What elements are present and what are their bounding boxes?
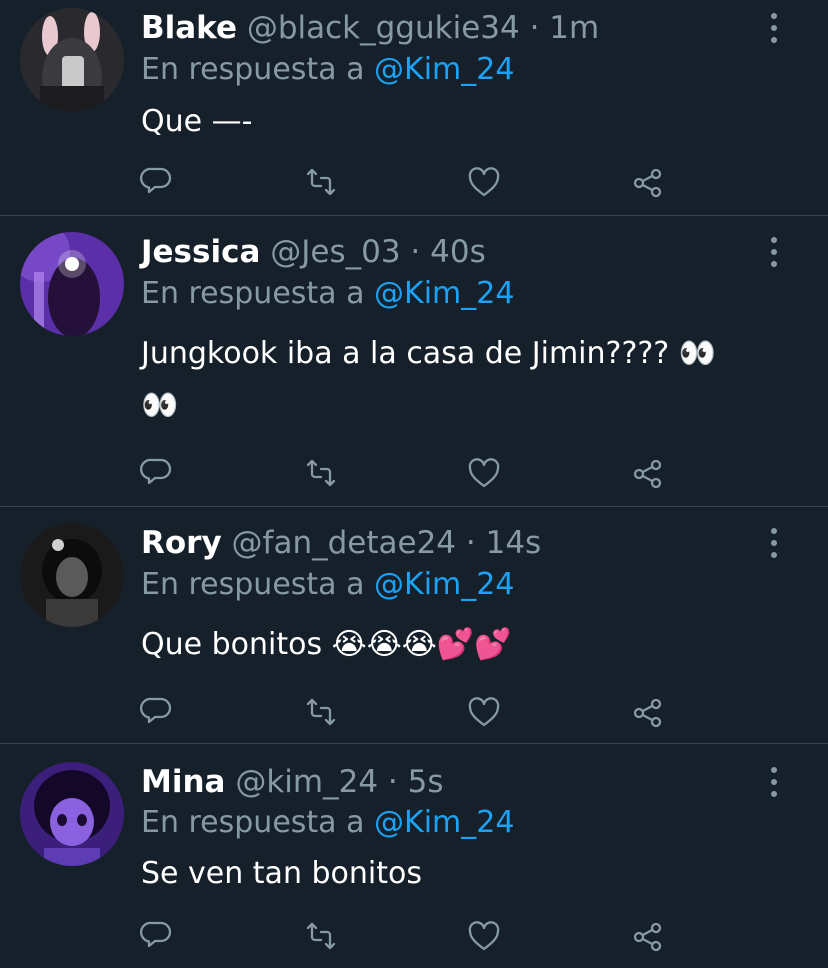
reply-context: En respuesta a @Kim_24 [141,274,514,314]
author-name[interactable]: Rory [141,525,222,561]
reply-icon [139,697,172,724]
more-options-button[interactable] [760,8,788,48]
avatar[interactable] [20,523,124,627]
retweet-icon [306,922,336,950]
more-options-button[interactable] [760,762,788,802]
tweet-text: Que bonitos 😭😭😭💕💕 [141,627,512,662]
reply-prefix: En respuesta a [141,805,365,840]
reply-mention[interactable]: @Kim_24 [374,276,514,311]
action-bar [0,453,828,493]
reply-context: En respuesta a @Kim_24 [141,50,514,90]
share-icon [633,168,662,198]
retweet-icon [306,698,336,726]
tweet[interactable]: Blake @black_ggukie34 · 1m En respuesta … [0,0,828,216]
separator: · [410,234,421,270]
reply-button[interactable] [137,692,177,732]
author-handle[interactable]: @black_ggukie34 [247,10,520,46]
reply-button[interactable] [137,916,177,956]
share-icon [633,922,662,952]
retweet-icon [306,459,336,487]
author-handle[interactable]: @fan_detae24 [232,525,456,561]
retweet-button[interactable] [301,162,341,202]
more-vertical-icon [771,13,777,43]
share-icon [633,459,662,489]
author-name[interactable]: Blake [141,10,237,46]
tweet[interactable]: Rory @fan_detae24 · 14s En respuesta a @… [0,507,828,744]
like-button[interactable] [464,162,504,202]
action-bar [0,692,828,732]
share-button[interactable] [628,162,668,202]
author-name[interactable]: Mina [141,764,225,800]
reply-mention[interactable]: @Kim_24 [374,805,514,840]
like-button[interactable] [464,453,504,493]
reply-context: En respuesta a @Kim_24 [141,803,514,843]
author-handle[interactable]: @Jes_03 [270,234,400,270]
action-bar [0,916,828,956]
reply-mention[interactable]: @Kim_24 [374,567,514,602]
share-button[interactable] [628,916,668,956]
retweet-button[interactable] [301,692,341,732]
more-vertical-icon [771,767,777,797]
share-icon [633,698,662,728]
share-button[interactable] [628,692,668,732]
tweet-text: Se ven tan bonitos [141,856,422,891]
reply-prefix: En respuesta a [141,52,365,87]
separator: · [529,10,540,46]
retweet-button[interactable] [301,916,341,956]
like-icon [468,167,500,197]
author-handle[interactable]: @kim_24 [235,764,378,800]
like-button[interactable] [464,692,504,732]
reply-icon [139,921,172,948]
tweet[interactable]: Mina @kim_24 · 5s En respuesta a @Kim_24… [0,744,828,968]
tweet[interactable]: Jessica @Jes_03 · 40s En respuesta a @Ki… [0,216,828,507]
tweet-text: Que —- [141,104,253,139]
reply-prefix: En respuesta a [141,276,365,311]
avatar[interactable] [20,762,124,866]
timestamp[interactable]: 14s [486,525,542,561]
retweet-icon [306,168,336,196]
more-options-button[interactable] [760,232,788,272]
more-vertical-icon [771,237,777,267]
like-button[interactable] [464,916,504,956]
reply-context: En respuesta a @Kim_24 [141,565,514,605]
reply-icon [139,167,172,194]
reply-button[interactable] [137,453,177,493]
retweet-button[interactable] [301,453,341,493]
share-button[interactable] [628,453,668,493]
reply-icon [139,458,172,485]
author-name[interactable]: Jessica [141,234,260,270]
tweet-text: Jungkook iba a la casa de Jimin???? 👀 👀 [141,336,717,423]
more-options-button[interactable] [760,523,788,563]
like-icon [468,458,500,488]
more-vertical-icon [771,528,777,558]
separator: · [387,764,398,800]
like-icon [468,697,500,727]
avatar[interactable] [20,8,124,112]
like-icon [468,921,500,951]
timestamp[interactable]: 1m [549,10,599,46]
action-bar [0,162,828,202]
reply-prefix: En respuesta a [141,567,365,602]
separator: · [465,525,476,561]
avatar[interactable] [20,232,124,336]
reply-button[interactable] [137,162,177,202]
timestamp[interactable]: 5s [408,764,444,800]
reply-mention[interactable]: @Kim_24 [374,52,514,87]
timestamp[interactable]: 40s [430,234,486,270]
